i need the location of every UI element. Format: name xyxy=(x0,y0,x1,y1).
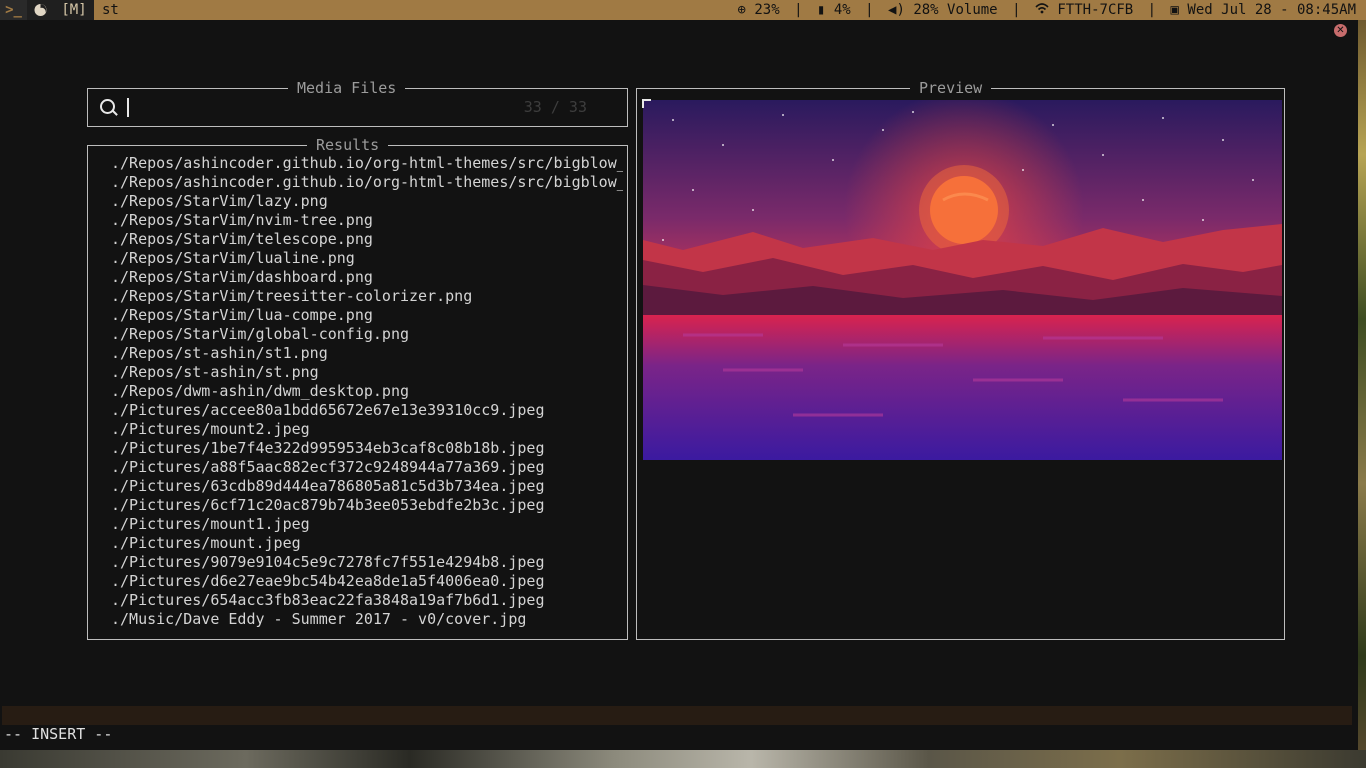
text-cursor xyxy=(127,98,129,117)
preview-cursor xyxy=(642,99,651,108)
cpu-icon: ⊕ xyxy=(737,2,746,18)
wifi-icon xyxy=(1035,0,1049,20)
list-item[interactable]: ./Pictures/accee80a1bdd65672e67e13e39310… xyxy=(111,401,623,420)
list-item[interactable]: ./Repos/ashincoder.github.io/org-html-th… xyxy=(111,154,623,173)
list-item[interactable]: ./Repos/StarVim/global-config.png xyxy=(111,325,623,344)
layout-indicator[interactable]: [M] xyxy=(54,0,94,20)
preview-title: Preview xyxy=(910,79,992,97)
desktop-wallpaper-edge xyxy=(1358,20,1366,768)
separator: | xyxy=(794,2,803,18)
system-status: ⊕ 23% | ▮ 4% | ◀) 28% Volume | FTTH-7CFB… xyxy=(738,0,1357,20)
list-item[interactable]: ./Repos/ashincoder.github.io/org-html-th… xyxy=(111,173,623,192)
volume-icon: ◀) xyxy=(888,2,905,18)
wifi-network: FTTH-7CFB xyxy=(1057,2,1134,18)
preview-image xyxy=(643,100,1282,460)
list-item[interactable]: ./Pictures/a88f5aac882ecf372c9248944a77a… xyxy=(111,458,623,477)
list-item[interactable]: ./Repos/st-ashin/st.png xyxy=(111,363,623,382)
list-item[interactable]: ./Pictures/d6e27eae9bc54b42ea8de1a5f4006… xyxy=(111,572,623,591)
list-item[interactable]: ./Repos/StarVim/telescope.png xyxy=(111,230,623,249)
list-item[interactable]: ./Pictures/mount.jpeg xyxy=(111,534,623,553)
preview-panel: Preview xyxy=(636,79,1285,640)
search-icon xyxy=(100,99,115,114)
results-title: Results xyxy=(307,136,389,154)
list-item[interactable]: ./Pictures/mount1.jpeg xyxy=(111,515,623,534)
calendar-icon: ▣ xyxy=(1170,2,1179,18)
list-item[interactable]: ./Repos/StarVim/lualine.png xyxy=(111,249,623,268)
result-counter: 33 / 33 xyxy=(523,98,587,116)
list-item[interactable]: ./Repos/StarVim/nvim-tree.png xyxy=(111,211,623,230)
list-item[interactable]: ./Repos/StarVim/lazy.png xyxy=(111,192,623,211)
close-icon[interactable]: ✕ xyxy=(1334,24,1347,37)
command-line-bar xyxy=(2,706,1352,725)
mode-indicator: -- INSERT -- xyxy=(4,725,113,743)
top-status-bar: >_ [M] st ⊕ 23% | ▮ 4% | ◀) 28% Volume |… xyxy=(0,0,1366,20)
results-panel: Results ./Repos/ashincoder.github.io/org… xyxy=(87,136,628,640)
datetime: Wed Jul 28 - 08:45AM xyxy=(1187,2,1356,18)
list-item[interactable]: ./Pictures/mount2.jpeg xyxy=(111,420,623,439)
terminal-window: ✕ Media Files 33 / 33 Results ./Repos/as… xyxy=(0,20,1358,750)
list-item[interactable]: ./Music/Dave Eddy - Summer 2017 - v0/cov… xyxy=(111,610,623,629)
list-item[interactable]: ./Pictures/6cf71c20ac879b74b3ee053ebdfe2… xyxy=(111,496,623,515)
separator: | xyxy=(865,2,874,18)
separator: | xyxy=(1147,2,1157,18)
results-list: ./Repos/ashincoder.github.io/org-html-th… xyxy=(111,154,623,629)
list-item[interactable]: ./Pictures/63cdb89d444ea786805a81c5d3b73… xyxy=(111,477,623,496)
terminal-icon[interactable]: >_ xyxy=(0,0,27,20)
prompt-title: Media Files xyxy=(288,79,406,97)
list-item[interactable]: ./Repos/StarVim/lua-compe.png xyxy=(111,306,623,325)
search-input[interactable] xyxy=(126,97,506,117)
cpu-usage: 23% xyxy=(754,2,780,18)
list-item[interactable]: ./Repos/dwm-ashin/dwm_desktop.png xyxy=(111,382,623,401)
list-item[interactable]: ./Repos/StarVim/dashboard.png xyxy=(111,268,623,287)
separator: | xyxy=(1012,2,1021,18)
prompt-panel: Media Files 33 / 33 xyxy=(87,79,628,127)
memory-icon: ▮ xyxy=(816,2,826,18)
browser-icon[interactable] xyxy=(27,0,54,20)
list-item[interactable]: ./Pictures/1be7f4e322d9959534eb3caf8c08b… xyxy=(111,439,623,458)
volume-level: 28% Volume xyxy=(913,2,998,18)
desktop-wallpaper-edge xyxy=(0,750,1366,768)
list-item[interactable]: ./Repos/StarVim/treesitter-colorizer.png xyxy=(111,287,623,306)
list-item[interactable]: ./Pictures/654acc3fb83eac22fa3848a19af7b… xyxy=(111,591,623,610)
memory-usage: 4% xyxy=(833,2,851,18)
list-item[interactable]: ./Pictures/9079e9104c5e9c7278fc7f551e429… xyxy=(111,553,623,572)
list-item[interactable]: ./Repos/st-ashin/st1.png xyxy=(111,344,623,363)
window-title: st xyxy=(102,2,119,18)
